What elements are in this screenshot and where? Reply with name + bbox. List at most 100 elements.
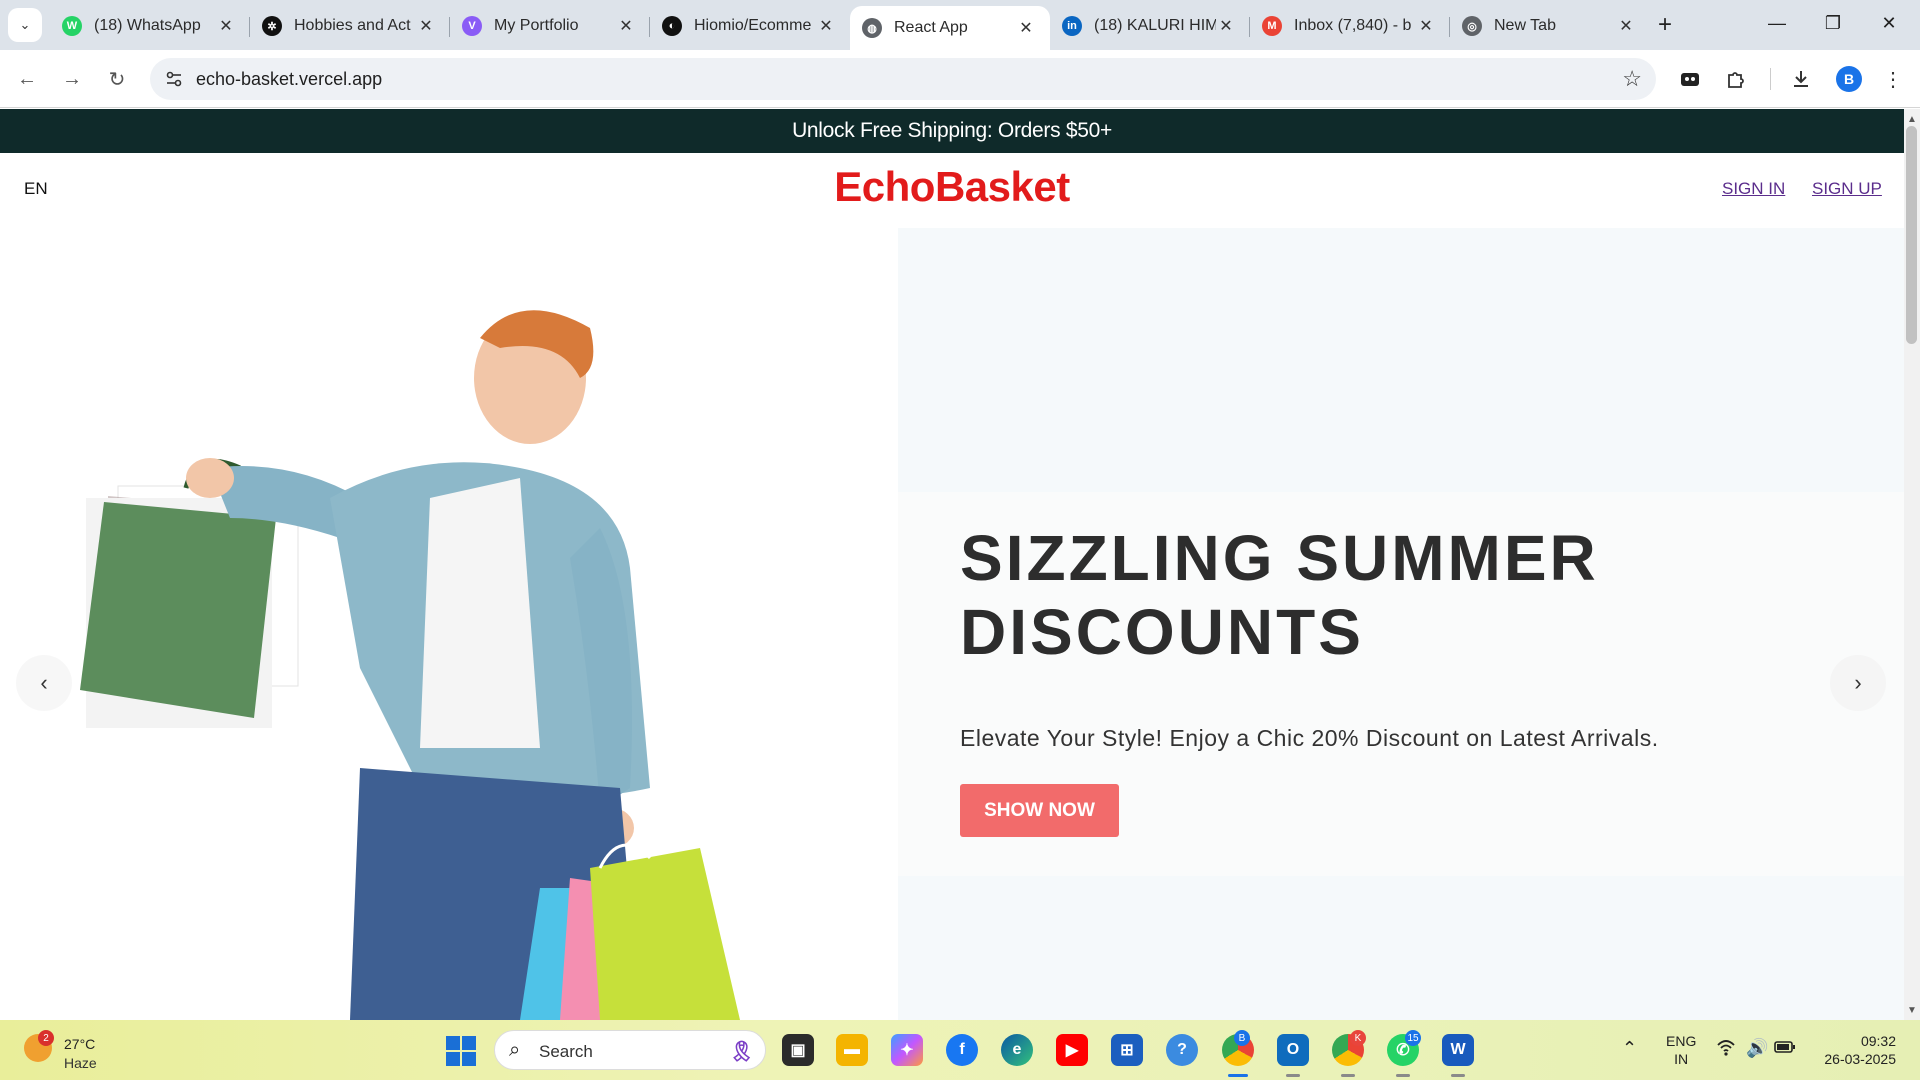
tab-title: My Portfolio [494, 17, 579, 34]
globe-icon: ◍ [862, 18, 882, 38]
tab-strip: W (18) WhatsApp ✕ ✲ Hobbies and Act ✕ V My Port… [50, 6, 1650, 50]
browser-tab-bar: ⌄ W (18) WhatsApp ✕ ✲ Hobbies and Act ✕ V My Po… [0, 0, 1920, 50]
download-icon[interactable] [1788, 66, 1814, 92]
browser-tab[interactable]: W (18) WhatsApp ✕ [50, 6, 250, 46]
edge-icon[interactable]: e [1001, 1034, 1033, 1066]
show-now-button[interactable]: SHOW NOW [960, 784, 1119, 837]
awareness-ribbon-icon: 🎗 [729, 1041, 755, 1063]
omnibox[interactable]: echo-basket.vercel.app ☆ [150, 58, 1656, 100]
copilot-icon[interactable]: ✦ [891, 1034, 923, 1066]
weather-temperature: 27°C [64, 1036, 96, 1052]
chevron-right-icon: › [1854, 670, 1862, 695]
shopper-illustration [80, 310, 740, 1020]
chevron-left-icon: ‹ [40, 670, 48, 695]
word-icon[interactable]: W [1442, 1034, 1474, 1066]
search-icon: ⌕ [509, 1039, 521, 1061]
clock-date: 26-03-2025 [1824, 1051, 1896, 1067]
hero-subline: Elevate Your Style! Enjoy a Chic 20% Dis… [960, 725, 1659, 751]
browser-tab[interactable]: V My Portfolio ✕ [450, 6, 650, 46]
language-code: ENG [1666, 1033, 1697, 1049]
quick-assist-icon[interactable]: ? [1166, 1034, 1198, 1066]
clock-time: 09:32 [1860, 1033, 1896, 1049]
running-indicator [1341, 1074, 1355, 1077]
tab-title: Inbox (7,840) - b [1294, 17, 1412, 34]
battery-icon[interactable] [1774, 1038, 1796, 1059]
active-app-indicator [1228, 1074, 1248, 1077]
site-header: EN EchoBasket SIGN IN SIGN UP [0, 153, 1904, 228]
system-clock[interactable]: 09:32 26-03-2025 [1816, 1032, 1896, 1068]
sign-up-link[interactable]: SIGN UP [1812, 179, 1882, 199]
close-window-button[interactable]: ✕ [1866, 8, 1912, 38]
web-page: Unlock Free Shipping: Orders $50+ EN Ech… [0, 109, 1904, 1020]
windows-start-button[interactable] [446, 1036, 476, 1066]
close-tab-icon[interactable]: ✕ [1416, 16, 1436, 36]
close-tab-icon[interactable]: ✕ [616, 16, 636, 36]
gmail-icon: M [1262, 16, 1282, 36]
site-logo[interactable]: EchoBasket [0, 163, 1904, 211]
close-tab-icon[interactable]: ✕ [1016, 18, 1036, 38]
windows-logo-icon [446, 1036, 460, 1050]
microsoft-store-icon[interactable]: ⊞ [1111, 1034, 1143, 1066]
forward-button[interactable]: → [57, 64, 87, 94]
hero-image [0, 228, 898, 1020]
bookmark-star-icon[interactable]: ☆ [1622, 66, 1642, 92]
profile-avatar[interactable]: B [1836, 66, 1862, 92]
scroll-down-arrow-icon[interactable]: ▼ [1906, 1004, 1918, 1016]
youtube-icon[interactable]: ▶ [1056, 1034, 1088, 1066]
windows-taskbar: 2 27°C Haze ⌕ Search 🎗 ▣ ▬ ✦ f e ▶ ⊞ ? B… [0, 1020, 1920, 1080]
taskbar-search[interactable]: ⌕ Search 🎗 [494, 1030, 766, 1070]
chatgpt-icon: ✲ [262, 16, 282, 36]
back-button[interactable]: ← [12, 64, 42, 94]
facebook-icon[interactable]: f [946, 1034, 978, 1066]
taskbar-search-placeholder: Search [539, 1042, 593, 1061]
outlook-icon[interactable]: O [1277, 1034, 1309, 1066]
weather-alert-badge: 2 [38, 1030, 54, 1046]
toolbar-divider [1770, 68, 1771, 90]
reload-icon: ↻ [108, 68, 126, 91]
task-view-icon[interactable]: ▣ [782, 1034, 814, 1066]
reload-button[interactable]: ↻ [102, 64, 132, 94]
input-language-indicator[interactable]: ENG IN [1666, 1032, 1696, 1068]
site-settings-icon[interactable] [164, 69, 184, 89]
volume-icon[interactable]: 🔊 [1746, 1038, 1768, 1059]
file-explorer-icon[interactable]: ▬ [836, 1034, 868, 1066]
scroll-up-arrow-icon[interactable]: ▲ [1906, 113, 1918, 125]
github-icon: ◐ [662, 16, 682, 36]
tab-title: Hobbies and Act [294, 17, 411, 34]
weather-condition: Haze [64, 1055, 97, 1071]
tab-title: (18) KALURI HIM [1094, 17, 1216, 34]
close-tab-icon[interactable]: ✕ [1216, 16, 1236, 36]
show-hidden-icons-chevron-icon[interactable]: ⌃ [1622, 1038, 1637, 1059]
tab-title: React App [894, 19, 968, 36]
close-tab-icon[interactable]: ✕ [1616, 16, 1636, 36]
weather-widget[interactable]: 2 27°C Haze [20, 1028, 130, 1072]
browser-tab[interactable]: ✲ Hobbies and Act ✕ [250, 6, 450, 46]
url-text[interactable]: echo-basket.vercel.app [196, 69, 382, 90]
menu-kebab-icon[interactable]: ⋮ [1880, 66, 1906, 92]
close-tab-icon[interactable]: ✕ [816, 16, 836, 36]
close-tab-icon[interactable]: ✕ [216, 16, 236, 36]
minimize-button[interactable]: — [1754, 8, 1800, 38]
restore-button[interactable]: ❐ [1810, 8, 1856, 38]
extensions-icon[interactable] [1723, 66, 1749, 92]
arrow-left-icon: ← [17, 67, 37, 90]
browser-tab[interactable]: ◐ Hiomio/Ecomme ✕ [650, 6, 850, 46]
browser-tab[interactable]: ◍ React App ✕ [850, 6, 1050, 50]
whatsapp-unread-badge: 15 [1405, 1030, 1421, 1046]
browser-tab[interactable]: in (18) KALURI HIM ✕ [1050, 6, 1250, 46]
hero-headline: SIZZLING SUMMER DISCOUNTS [960, 522, 1599, 668]
close-tab-icon[interactable]: ✕ [416, 16, 436, 36]
tab-title: (18) WhatsApp [94, 17, 201, 34]
scrollbar-thumb[interactable] [1906, 126, 1917, 344]
chrome-icon: ◎ [1462, 16, 1482, 36]
extension-puzzle-alt-icon[interactable] [1677, 66, 1703, 92]
wifi-icon[interactable] [1716, 1038, 1736, 1061]
browser-tab[interactable]: ◎ New Tab ✕ [1450, 6, 1650, 46]
carousel-prev-button[interactable]: ‹ [16, 655, 72, 711]
new-tab-button[interactable]: + [1650, 10, 1680, 40]
tab-search-button[interactable]: ⌄ [8, 8, 42, 42]
carousel-next-button[interactable]: › [1830, 655, 1886, 711]
whatsapp-icon: W [62, 16, 82, 36]
browser-tab[interactable]: M Inbox (7,840) - b ✕ [1250, 6, 1450, 46]
sign-in-link[interactable]: SIGN IN [1722, 179, 1785, 199]
